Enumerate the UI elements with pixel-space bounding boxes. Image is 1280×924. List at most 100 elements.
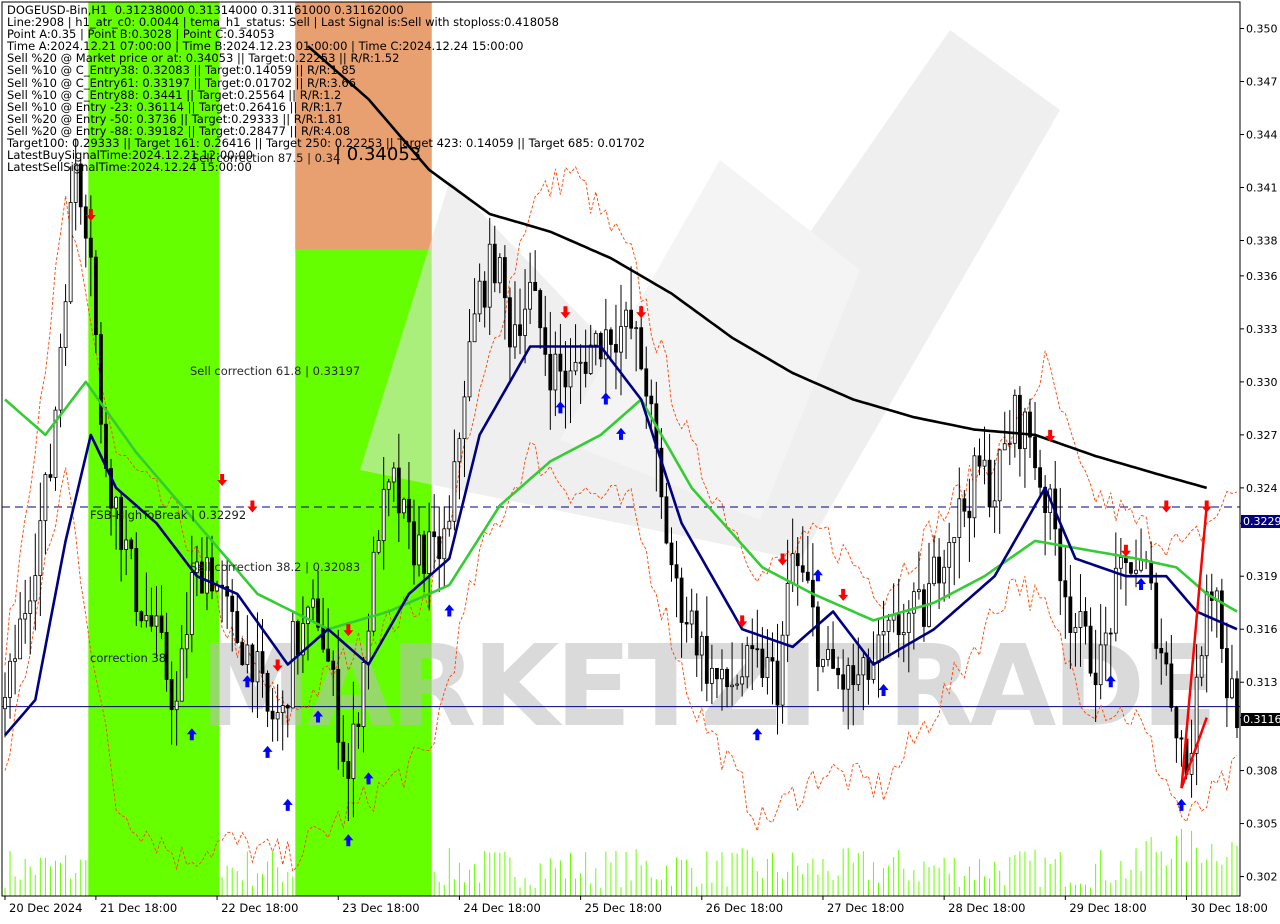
candle-body xyxy=(967,510,972,519)
candle-body xyxy=(1204,591,1209,657)
candle-body xyxy=(311,598,315,608)
candle-body xyxy=(704,635,709,684)
candle-body xyxy=(290,621,295,709)
candle-body xyxy=(896,614,901,636)
candle-body xyxy=(1063,580,1068,598)
candle-body xyxy=(124,539,129,550)
candle-body xyxy=(1098,644,1103,686)
candle-body xyxy=(1033,436,1037,469)
y-tick-label: 0.319 xyxy=(1246,570,1278,583)
candle-body xyxy=(745,645,750,678)
candle-body xyxy=(331,660,336,670)
candle-body xyxy=(800,565,805,573)
candle-body xyxy=(831,649,835,669)
candle-body xyxy=(8,660,12,698)
y-tick-label: 0.350 xyxy=(1246,23,1278,36)
candle-body xyxy=(987,459,992,508)
candle-body xyxy=(1179,737,1184,740)
candle-body xyxy=(795,553,800,567)
candle-body xyxy=(250,644,255,683)
candle-body xyxy=(275,712,280,720)
sell-correction-38-label: Sell correction 38.2 | 0.32083 xyxy=(190,560,360,574)
y-tick-label: 0.324 xyxy=(1246,482,1278,495)
candle-body xyxy=(982,459,987,467)
candle-body xyxy=(932,556,936,585)
candle-body xyxy=(851,665,856,686)
candle-body xyxy=(856,674,861,686)
candle-body xyxy=(750,645,755,650)
y-tick-label: 0.302 xyxy=(1246,871,1278,884)
y-tick-label: 0.336 xyxy=(1246,270,1278,283)
candle-body xyxy=(144,615,149,622)
candle-body xyxy=(487,243,492,308)
candle-body xyxy=(422,534,426,574)
correction-38-label: correction 38 xyxy=(90,651,166,665)
candle-body xyxy=(321,626,325,650)
x-tick-label: 29 Dec 18:00 xyxy=(1069,901,1146,915)
candle-body xyxy=(952,537,957,543)
y-tick-label: 0.316 xyxy=(1246,623,1278,636)
candle-body xyxy=(48,474,53,478)
candle-body xyxy=(472,313,477,343)
candle-body xyxy=(639,327,644,370)
candle-body xyxy=(785,583,790,636)
candle-body xyxy=(1225,648,1229,699)
candle-body xyxy=(1103,632,1108,646)
candle-body xyxy=(452,461,457,522)
y-tick-label: 0.308 xyxy=(1246,765,1278,778)
candle-body xyxy=(467,341,472,398)
candle-body xyxy=(770,657,775,662)
price-chart[interactable]: MARKETZITRADE | 0.34053 Sell correction … xyxy=(0,0,1280,920)
sell-correction-87-label: Sell correction 87.5 | 0.34 xyxy=(192,151,340,165)
candle-body xyxy=(508,297,512,348)
x-tick-label: 26 Dec 18:00 xyxy=(706,901,783,915)
x-tick-label: 23 Dec 18:00 xyxy=(342,901,419,915)
candle-body xyxy=(1058,528,1063,582)
candle-body xyxy=(669,542,674,566)
candle-body xyxy=(568,370,573,388)
candle-body xyxy=(649,395,654,405)
x-tick-label: 21 Dec 18:00 xyxy=(100,901,177,915)
upper-price-label: 0.3229 xyxy=(1243,515,1280,528)
point-c-label: | 0.34053 xyxy=(335,144,421,165)
candle-body xyxy=(1174,707,1179,739)
candle-body xyxy=(881,630,886,636)
candle-body xyxy=(33,575,38,602)
candle-body xyxy=(184,634,189,650)
candle-body xyxy=(58,347,63,411)
candle-body xyxy=(593,332,598,346)
candle-body xyxy=(73,163,78,203)
candle-body xyxy=(1093,672,1098,686)
candle-body xyxy=(694,610,699,656)
candle-body xyxy=(169,679,174,711)
candle-body xyxy=(99,334,103,425)
y-tick-label: 0.344 xyxy=(1246,129,1278,142)
candle-body xyxy=(740,676,745,685)
candle-body xyxy=(846,665,851,690)
candle-body xyxy=(1118,557,1123,569)
y-tick-label: 0.333 xyxy=(1246,323,1278,336)
candle-body xyxy=(179,648,184,702)
candle-body xyxy=(861,657,866,676)
candle-body xyxy=(442,528,447,560)
sell-correction-61-label: Sell correction 61.8 | 0.33197 xyxy=(190,364,360,378)
candle-body xyxy=(578,361,583,364)
candle-body xyxy=(674,564,679,579)
candle-body xyxy=(583,361,588,374)
candle-body xyxy=(401,498,406,514)
candle-body xyxy=(664,496,669,544)
candle-body xyxy=(513,324,517,348)
candle-body xyxy=(790,553,795,584)
candle-body xyxy=(1169,663,1174,708)
buy-zone xyxy=(88,2,220,896)
candle-body xyxy=(18,618,23,660)
candle-body xyxy=(614,344,618,353)
candle-body xyxy=(629,309,633,329)
candle-body xyxy=(1230,678,1234,699)
candle-body xyxy=(119,496,124,550)
chart-area[interactable]: MARKETZITRADE | 0.34053 Sell correction … xyxy=(0,0,1280,920)
candle-body xyxy=(886,619,891,632)
candle-body xyxy=(1007,442,1012,445)
candle-body xyxy=(280,705,285,714)
candle-body xyxy=(821,659,825,667)
